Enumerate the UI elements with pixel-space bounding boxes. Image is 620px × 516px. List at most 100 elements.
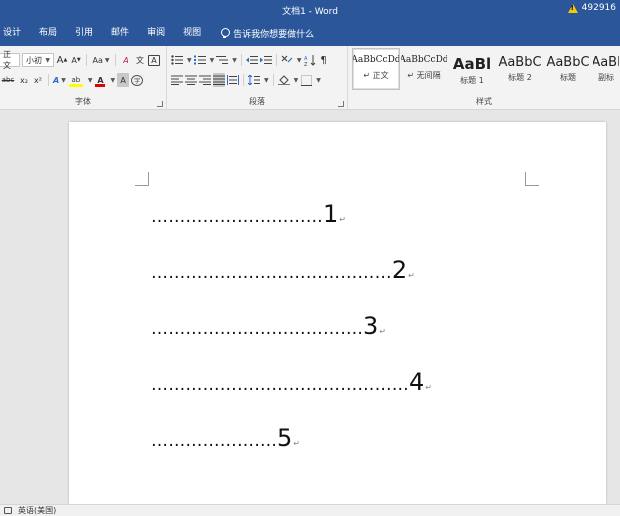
align-left-icon: [171, 75, 183, 85]
toc-line[interactable]: ………………………… 1 ↵: [151, 202, 346, 226]
multilevel-list-button[interactable]: [216, 53, 229, 67]
chevron-down-icon[interactable]: ▼: [297, 57, 302, 64]
chevron-down-icon[interactable]: ▼: [232, 57, 237, 64]
shading-button[interactable]: [277, 73, 290, 87]
ribbon: 正文 小初 ▼ A ▲ A ▼ Aa ▼ A 文 A abc x₂ x² A ▼ ab …: [0, 46, 620, 110]
tab-design[interactable]: 设计: [0, 20, 30, 46]
bullets-button[interactable]: [171, 53, 183, 67]
asian-layout-icon: [281, 55, 293, 63]
increase-indent-icon: [259, 56, 272, 64]
tab-view[interactable]: 视图: [174, 20, 210, 46]
account-warning[interactable]: 492916: [567, 3, 616, 13]
tab-review[interactable]: 审阅: [138, 20, 174, 46]
paragraph-mark: ↵: [425, 383, 432, 392]
style-heading-1[interactable]: AaBl 标题 1: [448, 48, 496, 90]
text-effects-button[interactable]: A ▼: [53, 73, 66, 87]
chevron-down-icon[interactable]: ▼: [187, 57, 192, 64]
tab-layout[interactable]: 布局: [30, 20, 66, 46]
chevron-down-icon[interactable]: ▼: [110, 77, 115, 84]
chevron-down-icon[interactable]: ▼: [88, 77, 93, 84]
toc-line[interactable]: …………………. 5 ↵: [151, 426, 300, 450]
show-hide-marks-button[interactable]: ¶: [318, 53, 330, 67]
style-subtitle[interactable]: AaBl 副标: [592, 48, 620, 90]
font-color-button[interactable]: A: [94, 73, 106, 87]
divider: [243, 74, 244, 86]
paragraph-mark: ↵: [339, 215, 346, 224]
divider: [272, 74, 274, 86]
language-status[interactable]: 英语(美国): [18, 505, 56, 516]
divider: [86, 54, 87, 66]
tab-mailings[interactable]: 邮件: [102, 20, 138, 46]
styles-group-label: 样式: [476, 97, 492, 106]
numbered-list-icon: [193, 55, 206, 65]
multilevel-list-icon: [216, 56, 229, 64]
justify-button[interactable]: [213, 73, 225, 87]
tell-me-box[interactable]: 告诉我你想要做什么: [220, 27, 314, 40]
align-center-button[interactable]: [185, 73, 197, 87]
line-spacing-button[interactable]: [248, 73, 260, 87]
font-group-label: 字体: [75, 97, 91, 106]
borders-button[interactable]: [300, 73, 312, 87]
strikethrough-button[interactable]: abc: [0, 73, 16, 87]
chevron-down-icon[interactable]: ▼: [210, 57, 215, 64]
decrease-indent-button[interactable]: [245, 53, 258, 67]
shrink-font-button[interactable]: A ▼: [70, 53, 82, 67]
paragraph-group-label: 段落: [249, 97, 265, 106]
paragraph-dialog-launcher[interactable]: [338, 101, 344, 107]
align-right-button[interactable]: [199, 73, 211, 87]
chevron-down-icon[interactable]: ▼: [294, 77, 299, 84]
font-size-dropdown[interactable]: 小初 ▼: [22, 53, 54, 67]
increase-indent-button[interactable]: [259, 53, 272, 67]
style-heading-2[interactable]: AaBbC 标题 2: [496, 48, 544, 90]
toc-line[interactable]: ……………………………………… 4 ↵: [151, 370, 432, 394]
crop-mark-top-right: [525, 172, 539, 186]
styles-group: AaBbCcDd ↵ 正文 AaBbCcDd ↵ 无间隔 AaBl 标题 1 A…: [348, 46, 620, 110]
status-bar: 英语(美国): [0, 504, 620, 516]
change-case-button[interactable]: Aa ▼: [91, 53, 111, 67]
chevron-down-icon[interactable]: ▼: [316, 77, 321, 84]
phonetic-guide-button[interactable]: 文: [134, 53, 146, 67]
highlight-color-button[interactable]: ab: [68, 73, 84, 87]
font-name-dropdown[interactable]: 正文: [0, 50, 20, 70]
font-size-value: 小初: [26, 55, 42, 65]
document-page[interactable]: ………………………… 1 ↵ …………………………………… 2 ↵ …………………: [69, 122, 606, 504]
sort-button[interactable]: AZ: [304, 53, 316, 67]
align-right-icon: [199, 75, 211, 85]
distributed-button[interactable]: [227, 73, 239, 87]
svg-text:Z: Z: [304, 62, 308, 66]
crop-mark-top-left: [135, 172, 149, 186]
style-normal[interactable]: AaBbCcDd ↵ 正文: [352, 48, 400, 90]
align-left-button[interactable]: [171, 73, 183, 87]
asian-layout-button[interactable]: [281, 53, 293, 67]
decrease-indent-icon: [245, 56, 258, 64]
font-group: 正文 小初 ▼ A ▲ A ▼ Aa ▼ A 文 A abc x₂ x² A ▼ ab …: [0, 46, 167, 110]
superscript-button[interactable]: x²: [32, 73, 44, 87]
font-dialog-launcher[interactable]: [157, 101, 163, 107]
paragraph-mark: ↵: [379, 327, 386, 336]
document-area: ………………………… 1 ↵ …………………………………… 2 ↵ …………………: [0, 111, 620, 504]
tab-references[interactable]: 引用: [66, 20, 102, 46]
clear-formatting-button[interactable]: A: [120, 53, 132, 67]
align-center-icon: [185, 75, 197, 85]
character-shading-button[interactable]: A: [117, 73, 130, 87]
character-border-button[interactable]: A: [148, 54, 160, 66]
warning-text: 492916: [581, 3, 616, 13]
font-name-value: 正文: [3, 50, 11, 70]
pilcrow-icon: ¶: [320, 54, 327, 66]
grow-font-button[interactable]: A ▲: [56, 53, 68, 67]
tell-me-text: 告诉我你想要做什么: [233, 29, 315, 40]
proofing-icon[interactable]: [4, 507, 12, 514]
paragraph-mark: ↵: [408, 271, 415, 280]
toc-line[interactable]: ………………………………. 3 ↵: [151, 314, 386, 338]
paragraph-group: ▼ ▼ ▼ ▼ AZ ¶ ▼ ▼ ▼ 段落: [167, 46, 348, 110]
divider: [275, 54, 277, 66]
style-no-spacing[interactable]: AaBbCcDd ↵ 无间隔: [400, 48, 448, 90]
numbering-button[interactable]: [193, 53, 206, 67]
chevron-down-icon[interactable]: ▼: [264, 77, 269, 84]
enclose-characters-button[interactable]: 字: [131, 74, 144, 86]
style-title[interactable]: AaBbC 标题: [544, 48, 592, 90]
subscript-button[interactable]: x₂: [18, 73, 30, 87]
lightbulb-icon: [220, 27, 231, 39]
sort-icon: AZ: [304, 54, 315, 66]
toc-line[interactable]: …………………………………… 2 ↵: [151, 258, 415, 282]
